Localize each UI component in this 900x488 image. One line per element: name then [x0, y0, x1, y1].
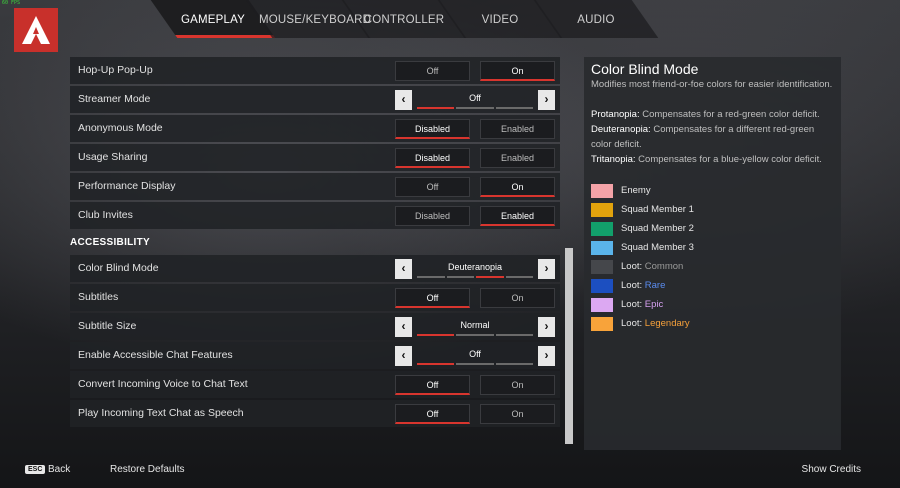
chevron-right-icon[interactable]: › — [538, 90, 555, 110]
setting-label: Club Invites — [78, 209, 133, 221]
setting-row-usage: Usage Sharing Disabled Enabled — [70, 144, 560, 171]
performance-off-button[interactable]: Off — [395, 177, 470, 197]
anonymous-enabled-button[interactable]: Enabled — [480, 119, 555, 139]
info-description: Modifies most friend-or-foe colors for e… — [591, 79, 833, 90]
usage-enabled-button[interactable]: Enabled — [480, 148, 555, 168]
tab-video[interactable]: VIDEO — [451, 0, 549, 38]
setting-row-anonymous: Anonymous Mode Disabled Enabled — [70, 115, 560, 142]
setting-label: Usage Sharing — [78, 151, 148, 163]
apex-logo-icon — [22, 16, 50, 44]
stepper-segments — [417, 107, 533, 109]
section-heading-accessibility: ACCESSIBILITY — [70, 237, 151, 248]
setting-row-performance: Performance Display Off On — [70, 173, 560, 200]
tab-mouse-keyboard[interactable]: MOUSE/KEYBOARD — [259, 0, 371, 38]
setting-row-subtitle-size: Subtitle Size ‹ Normal › — [70, 313, 560, 340]
setting-label: Color Blind Mode — [78, 262, 159, 274]
setting-label: Enable Accessible Chat Features — [78, 349, 233, 361]
color-swatch — [591, 297, 613, 312]
restore-defaults-button[interactable]: Restore Defaults — [110, 464, 184, 475]
info-deuteranopia: Deuteranopia: Compensates for a differen… — [591, 124, 815, 150]
setting-row-streamer: Streamer Mode ‹ Off › — [70, 86, 560, 113]
setting-label: Subtitles — [78, 291, 119, 303]
setting-row-colorblind: Color Blind Mode ‹ Deuteranopia › — [70, 255, 560, 282]
hopup-off-button[interactable]: Off — [395, 61, 470, 81]
usage-disabled-button[interactable]: Disabled — [395, 148, 470, 168]
setting-row-subtitles: Subtitles Off On — [70, 284, 560, 311]
info-title: Color Blind Mode — [591, 61, 699, 77]
tab-controller[interactable]: CONTROLLER — [355, 0, 453, 38]
chat-features-stepper: ‹ Off › — [395, 346, 555, 366]
legend-item: Enemy — [591, 181, 834, 200]
legend-item: Loot: Common — [591, 257, 834, 276]
color-swatch — [591, 202, 613, 217]
legend-item: Loot: Rare — [591, 276, 834, 295]
legend-item: Loot: Epic — [591, 295, 834, 314]
footer-bar: ESC Back Restore Defaults Show Credits — [0, 462, 900, 482]
subtitles-off-button[interactable]: Off — [395, 288, 470, 308]
club-enabled-button[interactable]: Enabled — [480, 206, 555, 226]
setting-row-club: Club Invites Disabled Enabled — [70, 202, 560, 229]
chevron-right-icon[interactable]: › — [538, 317, 555, 337]
fps-counter: 60 FPS — [2, 0, 21, 6]
chevron-left-icon[interactable]: ‹ — [395, 346, 412, 366]
subtitle-size-stepper: ‹ Normal › — [395, 317, 555, 337]
club-disabled-button[interactable]: Disabled — [395, 206, 470, 226]
settings-scrollbar[interactable] — [565, 248, 573, 444]
stepper-segments — [417, 363, 533, 365]
setting-row-voice-to-text: Convert Incoming Voice to Chat Text Off … — [70, 371, 560, 398]
info-tritanopia: Tritanopia: Compensates for a blue-yello… — [591, 154, 822, 165]
color-swatch — [591, 183, 613, 198]
chevron-left-icon[interactable]: ‹ — [395, 90, 412, 110]
setting-label: Hop-Up Pop-Up — [78, 64, 153, 76]
setting-label: Convert Incoming Voice to Chat Text — [78, 378, 248, 390]
colorblind-stepper: ‹ Deuteranopia › — [395, 259, 555, 279]
stepper-segments — [417, 334, 533, 336]
performance-on-button[interactable]: On — [480, 177, 555, 197]
chevron-right-icon[interactable]: › — [538, 259, 555, 279]
color-swatch — [591, 278, 613, 293]
settings-tabs: GAMEPLAY MOUSE/KEYBOARD CONTROLLER VIDEO… — [150, 0, 670, 38]
setting-row-text-to-speech: Play Incoming Text Chat as Speech Off On — [70, 400, 560, 427]
stepper-segments — [417, 276, 533, 278]
color-swatch — [591, 240, 613, 255]
color-swatch — [591, 259, 613, 274]
tab-audio[interactable]: AUDIO — [547, 0, 645, 38]
setting-label: Performance Display — [78, 180, 176, 192]
apex-logo — [14, 8, 58, 52]
streamer-mode-stepper: ‹ Off › — [395, 90, 555, 110]
color-swatch — [591, 316, 613, 331]
settings-list: Hop-Up Pop-Up Off On Streamer Mode ‹ Off… — [70, 57, 560, 429]
info-panel: Color Blind Mode Modifies most friend-or… — [584, 57, 841, 450]
legend-item: Squad Member 2 — [591, 219, 834, 238]
text-to-speech-on-button[interactable]: On — [480, 404, 555, 424]
tab-gameplay[interactable]: GAMEPLAY — [164, 0, 262, 38]
setting-label: Streamer Mode — [78, 93, 151, 105]
setting-label: Anonymous Mode — [78, 122, 163, 134]
back-button[interactable]: Back — [48, 464, 70, 475]
legend-item: Loot: Legendary — [591, 314, 834, 333]
chevron-left-icon[interactable]: ‹ — [395, 317, 412, 337]
color-legend: Enemy Squad Member 1 Squad Member 2 Squa… — [591, 181, 834, 333]
info-protanopia: Protanopia: Compensates for a red-green … — [591, 109, 820, 120]
setting-label: Subtitle Size — [78, 320, 137, 332]
setting-row-chat-features: Enable Accessible Chat Features ‹ Off › — [70, 342, 560, 369]
show-credits-button[interactable]: Show Credits — [802, 464, 861, 475]
color-swatch — [591, 221, 613, 236]
subtitles-on-button[interactable]: On — [480, 288, 555, 308]
anonymous-disabled-button[interactable]: Disabled — [395, 119, 470, 139]
setting-row-hopup: Hop-Up Pop-Up Off On — [70, 57, 560, 84]
text-to-speech-off-button[interactable]: Off — [395, 404, 470, 424]
chevron-right-icon[interactable]: › — [538, 346, 555, 366]
legend-item: Squad Member 1 — [591, 200, 834, 219]
hopup-on-button[interactable]: On — [480, 61, 555, 81]
setting-label: Play Incoming Text Chat as Speech — [78, 407, 244, 419]
voice-to-text-off-button[interactable]: Off — [395, 375, 470, 395]
esc-key-icon: ESC — [25, 465, 46, 474]
chevron-left-icon[interactable]: ‹ — [395, 259, 412, 279]
legend-item: Squad Member 3 — [591, 238, 834, 257]
voice-to-text-on-button[interactable]: On — [480, 375, 555, 395]
